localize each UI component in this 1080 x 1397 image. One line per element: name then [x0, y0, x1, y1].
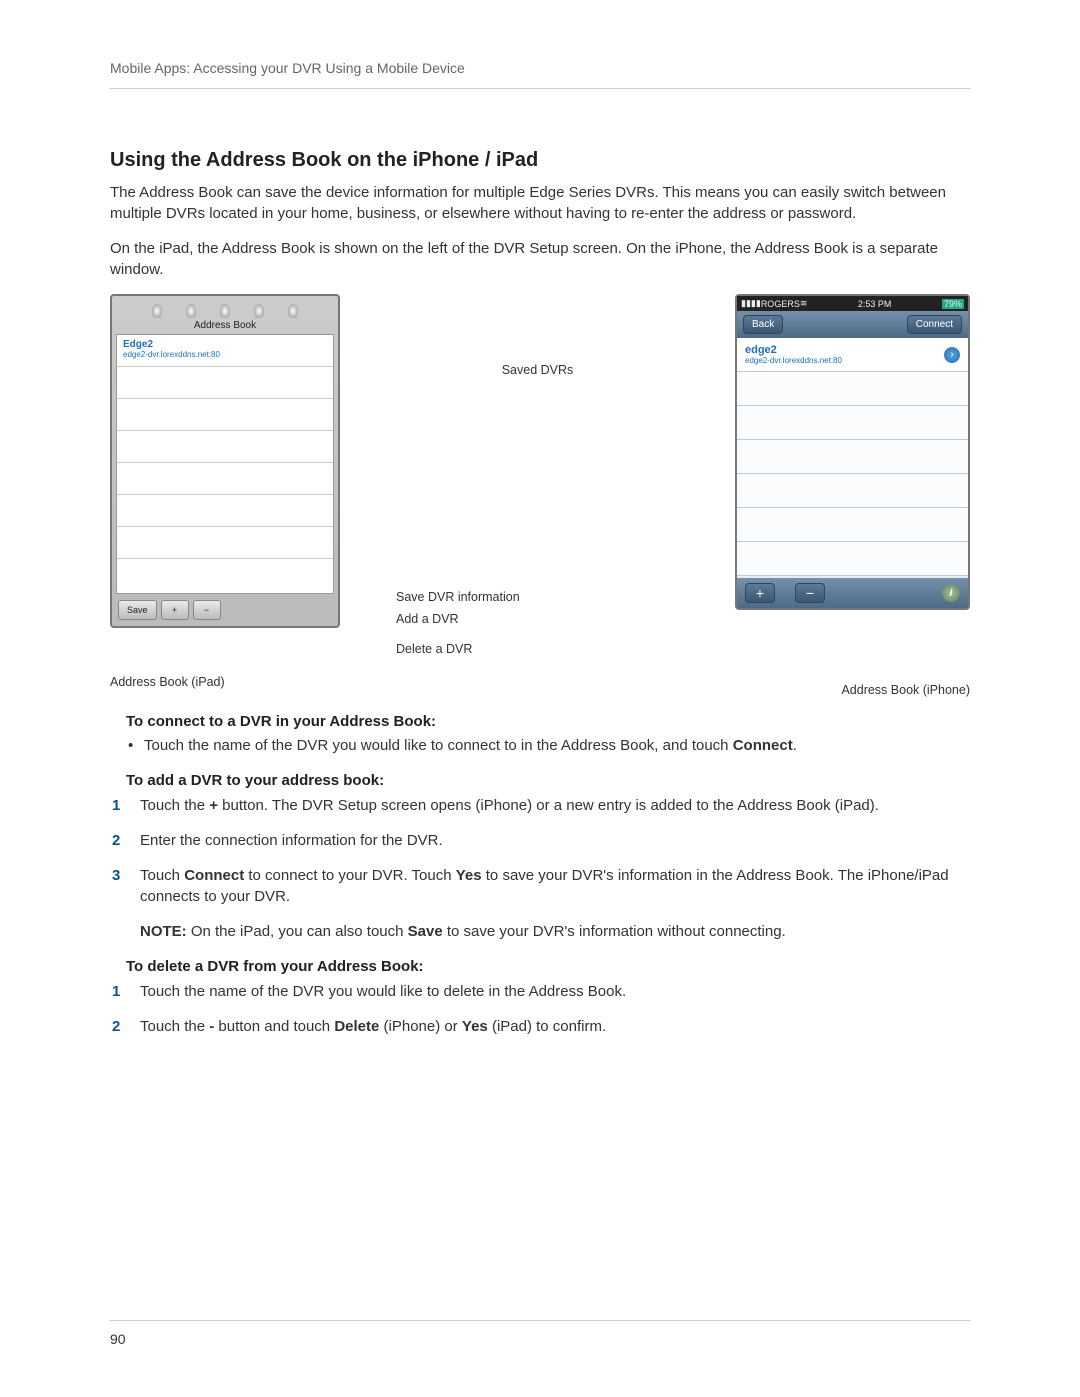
- ipad-empty-row: [117, 431, 333, 463]
- info-icon[interactable]: i: [942, 584, 960, 602]
- bullet-icon: •: [128, 736, 144, 756]
- pushpin-icon: [288, 304, 298, 318]
- callout-save-info: Save DVR information: [396, 590, 520, 604]
- iphone-nav-bar: Back Connect: [737, 311, 968, 338]
- pushpin-icon: [186, 304, 196, 318]
- ipad-empty-row: [117, 495, 333, 527]
- connect-button[interactable]: Connect: [907, 315, 962, 334]
- step-add-3: 3 Touch Connect to connect to your DVR. …: [112, 865, 970, 907]
- ipad-toolbar: Save + −: [116, 594, 334, 622]
- chevron-right-icon[interactable]: ›: [944, 347, 960, 363]
- page-footer: 90: [110, 1320, 970, 1347]
- iphone-status-bar: ▮▮▮▮ ROGERS ≋ 2:53 PM 79%: [737, 296, 968, 311]
- iphone-empty-row: [737, 440, 968, 474]
- ipad-dvr-list: Edge2 edge2-dvr.lorexddns.net:80: [116, 334, 334, 594]
- carrier-label: ROGERS: [761, 299, 800, 309]
- iphone-empty-row: [737, 508, 968, 542]
- subheading-delete: To delete a DVR from your Address Book:: [126, 958, 970, 975]
- dvr-name: edge2: [745, 344, 842, 356]
- iphone-empty-row: [737, 474, 968, 508]
- page-header: Mobile Apps: Accessing your DVR Using a …: [110, 60, 970, 89]
- iphone-address-book: ▮▮▮▮ ROGERS ≋ 2:53 PM 79% Back Connect e…: [735, 294, 970, 610]
- note-ipad-save: NOTE: On the iPad, you can also touch Sa…: [140, 921, 970, 942]
- breadcrumb: Mobile Apps: Accessing your DVR Using a …: [110, 60, 465, 76]
- dvr-address: edge2-dvr.lorexddns.net:80: [745, 356, 842, 365]
- step-del-1: 1 Touch the name of the DVR you would li…: [112, 981, 970, 1002]
- bullet-connect: • Touch the name of the DVR you would li…: [128, 736, 970, 756]
- section-title: Using the Address Book on the iPhone / i…: [110, 149, 970, 172]
- iphone-empty-row: [737, 372, 968, 406]
- pushpin-icon: [152, 304, 162, 318]
- subheading-connect: To connect to a DVR in your Address Book…: [126, 713, 970, 730]
- ipad-add-button[interactable]: +: [161, 600, 189, 620]
- ipad-address-book: Address Book Edge2 edge2-dvr.lorexddns.n…: [110, 294, 340, 628]
- iphone-dvr-list: edge2 edge2-dvr.lorexddns.net:80 ›: [737, 338, 968, 578]
- page-number: 90: [110, 1331, 126, 1347]
- back-button[interactable]: Back: [743, 315, 783, 334]
- iphone-caption: Address Book (iPhone): [110, 683, 970, 697]
- figure-area: Address Book Edge2 edge2-dvr.lorexddns.n…: [110, 294, 970, 669]
- wifi-icon: ≋: [800, 298, 808, 309]
- ipad-delete-button[interactable]: −: [193, 600, 221, 620]
- step-del-2: 2 Touch the - button and touch Delete (i…: [112, 1016, 970, 1037]
- callout-delete-dvr: Delete a DVR: [396, 642, 472, 656]
- pushpin-icon: [254, 304, 264, 318]
- dvr-name: Edge2: [123, 339, 327, 350]
- ipad-dvr-row[interactable]: Edge2 edge2-dvr.lorexddns.net:80: [117, 335, 333, 367]
- ipad-empty-row: [117, 463, 333, 495]
- ipad-save-button[interactable]: Save: [118, 600, 157, 620]
- ipad-empty-row: [117, 367, 333, 399]
- iphone-toolbar: + − i: [737, 578, 968, 608]
- ipad-empty-row: [117, 527, 333, 559]
- iphone-empty-row: [737, 542, 968, 576]
- status-time: 2:53 PM: [807, 299, 942, 309]
- intro-paragraph-1: The Address Book can save the device inf…: [110, 182, 970, 224]
- subheading-add: To add a DVR to your address book:: [126, 772, 970, 789]
- pushpin-icon: [220, 304, 230, 318]
- iphone-dvr-row[interactable]: edge2 edge2-dvr.lorexddns.net:80 ›: [737, 338, 968, 372]
- iphone-add-button[interactable]: +: [745, 583, 775, 603]
- step-add-2: 2 Enter the connection information for t…: [112, 830, 970, 851]
- ipad-empty-row: [117, 399, 333, 431]
- signal-icon: ▮▮▮▮: [741, 298, 761, 309]
- callout-labels: Saved DVRs Save DVR information Add a DV…: [350, 294, 725, 669]
- step-add-1: 1 Touch the + button. The DVR Setup scre…: [112, 795, 970, 816]
- battery-indicator: 79%: [942, 299, 964, 309]
- intro-paragraph-2: On the iPad, the Address Book is shown o…: [110, 238, 970, 280]
- ipad-top-decor: [116, 300, 334, 320]
- ipad-panel-title: Address Book: [116, 320, 334, 334]
- callout-saved-dvrs: Saved DVRs: [502, 363, 574, 377]
- iphone-delete-button[interactable]: −: [795, 583, 825, 603]
- dvr-address: edge2-dvr.lorexddns.net:80: [123, 350, 327, 359]
- callout-add-dvr: Add a DVR: [396, 612, 459, 626]
- iphone-empty-row: [737, 406, 968, 440]
